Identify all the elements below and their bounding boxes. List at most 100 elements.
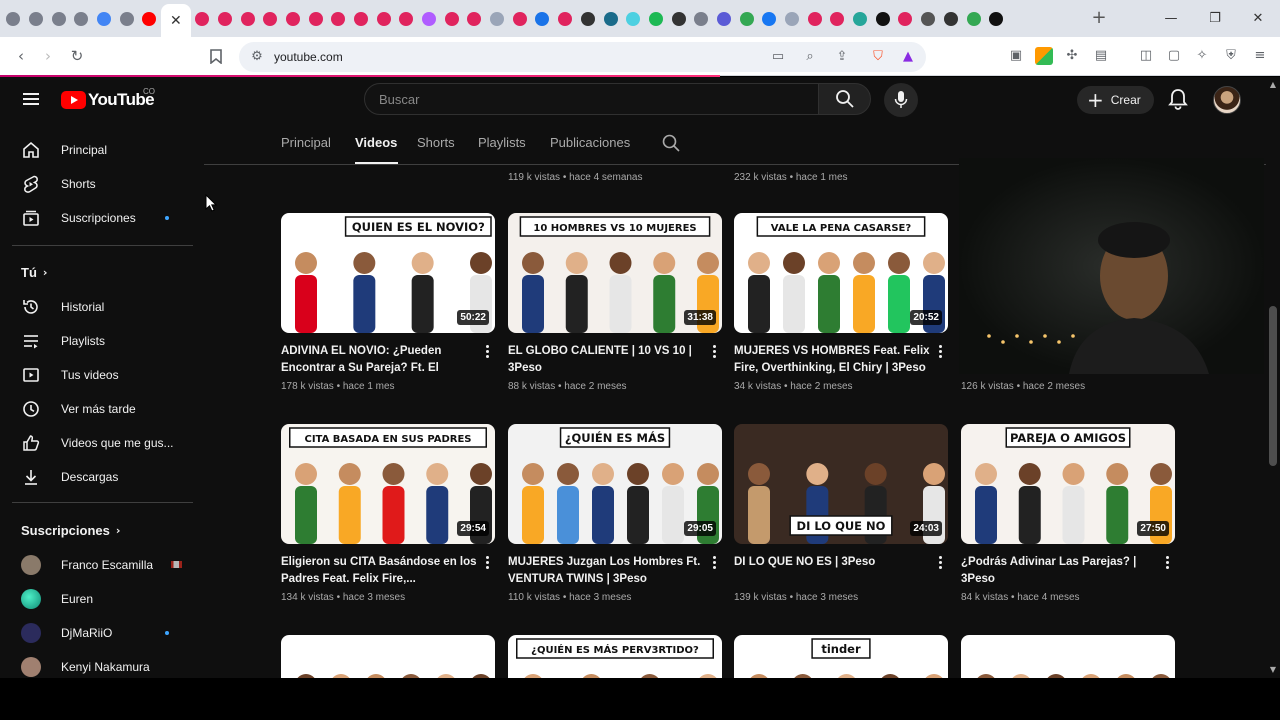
- browser-tab[interactable]: [599, 5, 622, 33]
- channel-search-icon[interactable]: [661, 133, 683, 155]
- close-window-button[interactable]: ✕: [1245, 8, 1271, 30]
- browser-tab[interactable]: [236, 5, 259, 33]
- browser-tab[interactable]: [531, 5, 554, 33]
- notifications-bell-icon[interactable]: [1167, 87, 1189, 111]
- sidebar-sub-kenyi-nakamura[interactable]: Kenyi Nakamura: [12, 650, 192, 678]
- video-thumbnail[interactable]: tinder: [734, 635, 948, 678]
- sidebar-sub-euren[interactable]: Euren: [12, 582, 192, 616]
- sidebar-subscriptions-heading[interactable]: Suscripciones ›: [21, 523, 120, 538]
- sidebar-item-ver-mas-tarde[interactable]: Ver más tarde: [12, 392, 192, 426]
- tab-publicaciones[interactable]: Publicaciones: [550, 135, 630, 150]
- browser-tab[interactable]: [259, 5, 282, 33]
- browser-tab[interactable]: [418, 5, 441, 33]
- share-icon[interactable]: ⇪: [832, 47, 852, 67]
- tab-playlists[interactable]: Playlists: [478, 135, 526, 150]
- browser-tab[interactable]: [115, 5, 138, 33]
- menu-icon[interactable]: ≡: [1251, 47, 1269, 65]
- scroll-up-arrow-icon[interactable]: ▲: [1268, 80, 1278, 90]
- close-tab-icon[interactable]: ✕: [169, 13, 183, 29]
- video-title[interactable]: DI LO QUE NO ES | 3Peso: [734, 554, 930, 571]
- search-input[interactable]: [379, 84, 799, 114]
- wallet-icon[interactable]: ▢: [1165, 47, 1183, 65]
- browser-tab[interactable]: [191, 5, 214, 33]
- browser-tab[interactable]: [138, 5, 161, 33]
- hamburger-menu-icon[interactable]: [20, 88, 42, 110]
- cast-icon[interactable]: ▭: [768, 47, 788, 67]
- browser-tab[interactable]: [826, 5, 849, 33]
- voice-search-button[interactable]: [884, 83, 918, 117]
- browser-tab[interactable]: [350, 5, 373, 33]
- youtube-logo[interactable]: YouTube: [61, 90, 155, 110]
- reader-icon[interactable]: ▤: [1092, 47, 1110, 65]
- sidebar-item-suscripciones[interactable]: Suscripciones: [12, 201, 192, 235]
- video-thumbnail[interactable]: DI LO QUE NO 24:03: [734, 424, 948, 544]
- site-info-icon[interactable]: ⚙: [248, 47, 266, 67]
- sidebar-item-shorts[interactable]: Shorts: [12, 167, 192, 201]
- sidebar-item-liked-videos[interactable]: Videos que me gus...: [12, 426, 192, 460]
- browser-tab[interactable]: [713, 5, 736, 33]
- browser-tab[interactable]: [803, 5, 826, 33]
- browser-tab[interactable]: [667, 5, 690, 33]
- browser-tab[interactable]: [93, 5, 116, 33]
- scrollbar-thumb[interactable]: [1269, 306, 1277, 466]
- video-thumbnail[interactable]: ¿QUIÉN ES MÁS 29:05: [508, 424, 722, 544]
- create-button[interactable]: + Crear: [1077, 86, 1154, 114]
- video-title[interactable]: MUJERES Juzgan Los Hombres Ft. VENTURA T…: [508, 554, 704, 588]
- browser-tab[interactable]: [440, 5, 463, 33]
- tab-shorts[interactable]: Shorts: [417, 135, 455, 150]
- url-text[interactable]: youtube.com: [274, 50, 343, 64]
- browser-tab-active[interactable]: ✕: [160, 4, 191, 37]
- more-actions-icon[interactable]: [1165, 556, 1171, 570]
- new-tab-button[interactable]: +: [1089, 8, 1109, 28]
- browser-tab[interactable]: [554, 5, 577, 33]
- more-actions-icon[interactable]: [938, 345, 944, 359]
- browser-tab[interactable]: [894, 5, 917, 33]
- video-thumbnail[interactable]: ¿QUIÉN ES MÁS PERV3RTIDO?: [508, 635, 722, 678]
- video-title[interactable]: ADIVINA EL NOVIO: ¿Pueden Encontrar a Su…: [281, 343, 477, 377]
- reload-icon[interactable]: ↻: [66, 45, 88, 67]
- search-button[interactable]: [818, 83, 871, 115]
- browser-tab[interactable]: [735, 5, 758, 33]
- scroll-down-arrow-icon[interactable]: ▼: [1268, 665, 1278, 675]
- puzzle-icon[interactable]: ✣: [1063, 47, 1081, 65]
- more-actions-icon[interactable]: [938, 556, 944, 570]
- browser-tab[interactable]: [304, 5, 327, 33]
- browser-tab[interactable]: [622, 5, 645, 33]
- video-thumbnail[interactable]: PAREJA O AMIGOS 27:50: [961, 424, 1175, 544]
- back-icon[interactable]: ‹: [10, 45, 32, 67]
- more-actions-icon[interactable]: [712, 345, 718, 359]
- browser-tab[interactable]: [47, 5, 70, 33]
- browser-tab[interactable]: [871, 5, 894, 33]
- video-thumbnail[interactable]: QUIEN ES EL NOVIO? 50:22: [281, 213, 495, 333]
- browser-tab[interactable]: [645, 5, 668, 33]
- browser-tab[interactable]: [577, 5, 600, 33]
- more-actions-icon[interactable]: [712, 556, 718, 570]
- browser-tab[interactable]: [372, 5, 395, 33]
- browser-tab[interactable]: [25, 5, 48, 33]
- sidebar-item-playlists[interactable]: Playlists: [12, 324, 192, 358]
- video-thumbnail[interactable]: 10 HOMBRES VS 10 MUJERES 31:38: [508, 213, 722, 333]
- sidebar-item-tus-videos[interactable]: Tus videos: [12, 358, 192, 392]
- browser-tab[interactable]: [758, 5, 781, 33]
- tab-videos[interactable]: Videos: [355, 135, 397, 150]
- sidebar-item-historial[interactable]: Historial: [12, 290, 192, 324]
- sidebar-sub-djmariio[interactable]: DjMaRiiO: [12, 616, 192, 650]
- brave-shield-icon[interactable]: ⛉: [868, 47, 888, 67]
- video-title[interactable]: MUJERES VS HOMBRES Feat. Felix Fire, Ove…: [734, 343, 930, 377]
- vpn-icon[interactable]: ⛨: [1222, 47, 1240, 65]
- bookmark-icon[interactable]: [205, 45, 227, 67]
- sidebar-item-descargas[interactable]: Descargas: [12, 460, 192, 494]
- extension-icon[interactable]: ▣: [1007, 47, 1025, 65]
- video-title[interactable]: ¿Podrás Adivinar Las Parejas? | 3Peso: [961, 554, 1157, 588]
- browser-tab[interactable]: [214, 5, 237, 33]
- browser-tab[interactable]: [985, 5, 1008, 33]
- browser-tab[interactable]: [327, 5, 350, 33]
- restore-button[interactable]: ❐: [1202, 8, 1228, 30]
- sidebar-sub-franco-escamilla[interactable]: Franco Escamilla: [12, 548, 192, 582]
- browser-tab[interactable]: [2, 5, 25, 33]
- more-actions-icon[interactable]: [485, 345, 491, 359]
- minimize-button[interactable]: —: [1158, 8, 1184, 30]
- browser-tab[interactable]: [486, 5, 509, 33]
- browser-tab[interactable]: [917, 5, 940, 33]
- zoom-icon[interactable]: ⌕: [800, 47, 820, 67]
